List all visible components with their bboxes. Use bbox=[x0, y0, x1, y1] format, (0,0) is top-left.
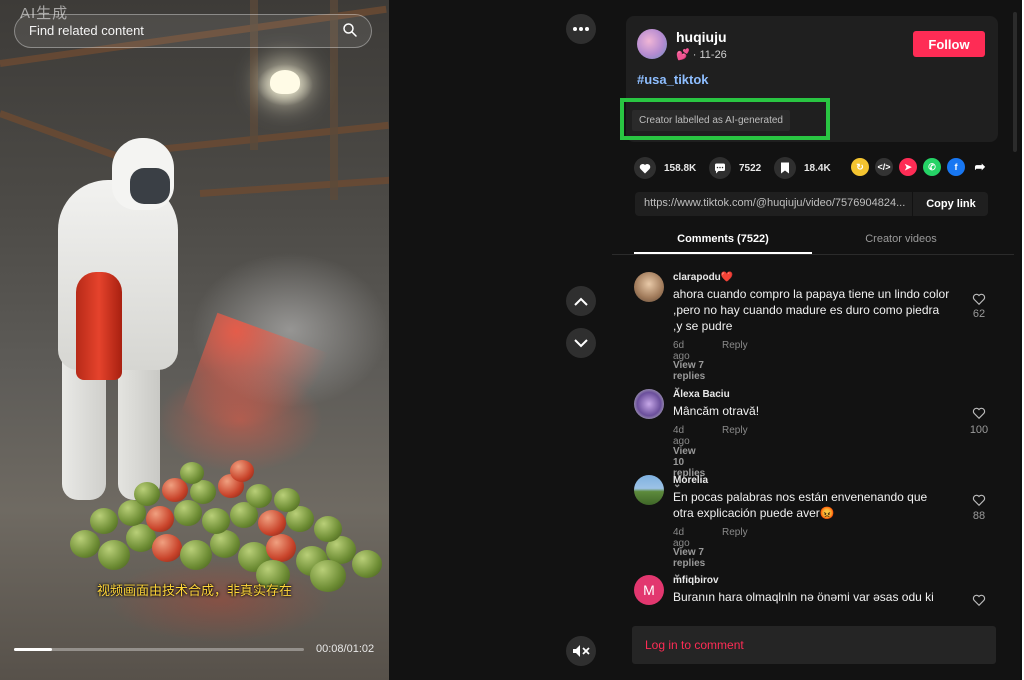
comment-age: 6d ago bbox=[673, 340, 690, 362]
tab-creator-videos[interactable]: Creator videos bbox=[812, 233, 990, 245]
video-time: 00:08/01:02 bbox=[316, 643, 375, 655]
repost-icon[interactable]: ↻ bbox=[851, 158, 869, 176]
whatsapp-icon[interactable]: ✆ bbox=[923, 158, 941, 176]
view-replies-label: View 7 replies bbox=[673, 360, 706, 382]
sparkle-hearts-icon: 💕 bbox=[676, 49, 690, 61]
gas-mask bbox=[130, 168, 170, 204]
commenter-name[interactable]: Alexa Baciu bbox=[673, 389, 730, 400]
creator-avatar[interactable] bbox=[637, 29, 667, 59]
like-count: 158.8K bbox=[664, 162, 697, 174]
comment-stat[interactable]: 7522 bbox=[709, 157, 761, 179]
commenter-avatar[interactable] bbox=[634, 475, 664, 505]
reply-button[interactable]: Reply bbox=[722, 527, 748, 538]
comment-like-icon[interactable] bbox=[972, 406, 986, 420]
muted-speaker-icon bbox=[573, 645, 590, 657]
save-stat[interactable]: 18.4K bbox=[774, 157, 831, 179]
more-options-button[interactable] bbox=[566, 14, 596, 44]
view-replies-label: View 7 replies bbox=[673, 547, 706, 569]
next-video-button[interactable] bbox=[566, 328, 596, 358]
tab-divider bbox=[612, 254, 1014, 255]
fire-extinguisher bbox=[76, 272, 122, 380]
comment-text: ahora cuando compro la papaya tiene un l… bbox=[673, 287, 950, 333]
video-link-text[interactable]: https://www.tiktok.com/@huqiuju/video/75… bbox=[644, 197, 912, 209]
find-related-search[interactable]: Find related content bbox=[14, 14, 372, 48]
chevron-down-icon bbox=[574, 338, 588, 347]
follow-button[interactable]: Follow bbox=[913, 31, 985, 57]
reply-button[interactable]: Reply bbox=[722, 340, 748, 351]
comment-like-count: 88 bbox=[972, 510, 986, 522]
commenter-avatar[interactable]: M bbox=[634, 575, 664, 605]
share-arrow-icon[interactable]: ➦ bbox=[971, 158, 989, 176]
video-player[interactable]: AI生成 Find related content 视频画面由技术合成，非真实存… bbox=[0, 0, 389, 680]
comment-text: En pocas palabras nos están envenenando … bbox=[673, 490, 928, 520]
commenter-name[interactable]: clarapodu❤️ bbox=[673, 272, 733, 283]
video-progress-bar[interactable] bbox=[14, 648, 304, 651]
active-tab-indicator bbox=[634, 252, 812, 254]
mute-button[interactable] bbox=[566, 636, 596, 666]
comment-like-icon[interactable] bbox=[972, 593, 986, 607]
previous-video-button[interactable] bbox=[566, 286, 596, 316]
like-stat[interactable]: 158.8K bbox=[634, 157, 696, 179]
comment-text: Buranın hara olmaqlnln nə önəmi var əsas… bbox=[673, 590, 934, 604]
commenter-name[interactable]: Morelia bbox=[673, 475, 708, 486]
embed-icon[interactable]: </> bbox=[875, 158, 893, 176]
bookmark-icon bbox=[774, 157, 796, 179]
hashtag-link[interactable]: #usa_tiktok bbox=[637, 72, 709, 87]
video-subtitle: 视频画面由技术合成，非真实存在 bbox=[96, 583, 292, 598]
reply-button[interactable]: Reply bbox=[722, 425, 748, 436]
ai-label-highlight-box bbox=[620, 98, 830, 140]
comment-list-fade bbox=[612, 608, 1014, 626]
post-date-line: 💕 · 11-26 bbox=[676, 48, 727, 61]
comment-bubble-icon bbox=[709, 157, 731, 179]
comment-like-count: 100 bbox=[969, 424, 989, 436]
search-placeholder: Find related content bbox=[29, 23, 144, 38]
search-icon[interactable] bbox=[341, 21, 359, 39]
commenter-avatar[interactable] bbox=[634, 272, 664, 302]
comment-age: 4d ago bbox=[673, 527, 690, 549]
commenter-avatar[interactable] bbox=[634, 389, 664, 419]
comment-like-count: 62 bbox=[972, 308, 986, 320]
chevron-up-icon bbox=[574, 297, 588, 306]
more-dots-icon bbox=[573, 27, 589, 31]
comment-age: 4d ago bbox=[673, 425, 690, 447]
tomato-pile bbox=[60, 460, 389, 600]
tab-comments[interactable]: Comments (7522) bbox=[634, 233, 812, 245]
save-count: 18.4K bbox=[804, 162, 831, 174]
panel-scrollbar[interactable] bbox=[1013, 12, 1017, 152]
copy-link-button[interactable]: Copy link bbox=[912, 192, 989, 216]
comment-count: 7522 bbox=[739, 162, 762, 174]
ceiling-lamp bbox=[270, 70, 300, 94]
comment-like-icon[interactable] bbox=[972, 493, 986, 507]
facebook-icon[interactable]: f bbox=[947, 158, 965, 176]
send-to-friends-icon[interactable]: ➤ bbox=[899, 158, 917, 176]
heart-icon bbox=[634, 157, 656, 179]
video-progress-fill bbox=[14, 648, 52, 651]
app-window: AI生成 Find related content 视频画面由技术合成，非真实存… bbox=[0, 0, 1022, 680]
comment-like-icon[interactable] bbox=[972, 292, 986, 306]
commenter-name[interactable]: mfiqbirov bbox=[673, 575, 719, 586]
red-spray bbox=[179, 312, 331, 458]
post-date: · 11-26 bbox=[692, 49, 727, 61]
creator-username[interactable]: huqiuju bbox=[676, 29, 727, 45]
comment-text: Mâncăm otravă! bbox=[673, 404, 760, 418]
roof-beam bbox=[199, 176, 389, 197]
login-to-comment-link[interactable]: Log in to comment bbox=[645, 638, 744, 652]
